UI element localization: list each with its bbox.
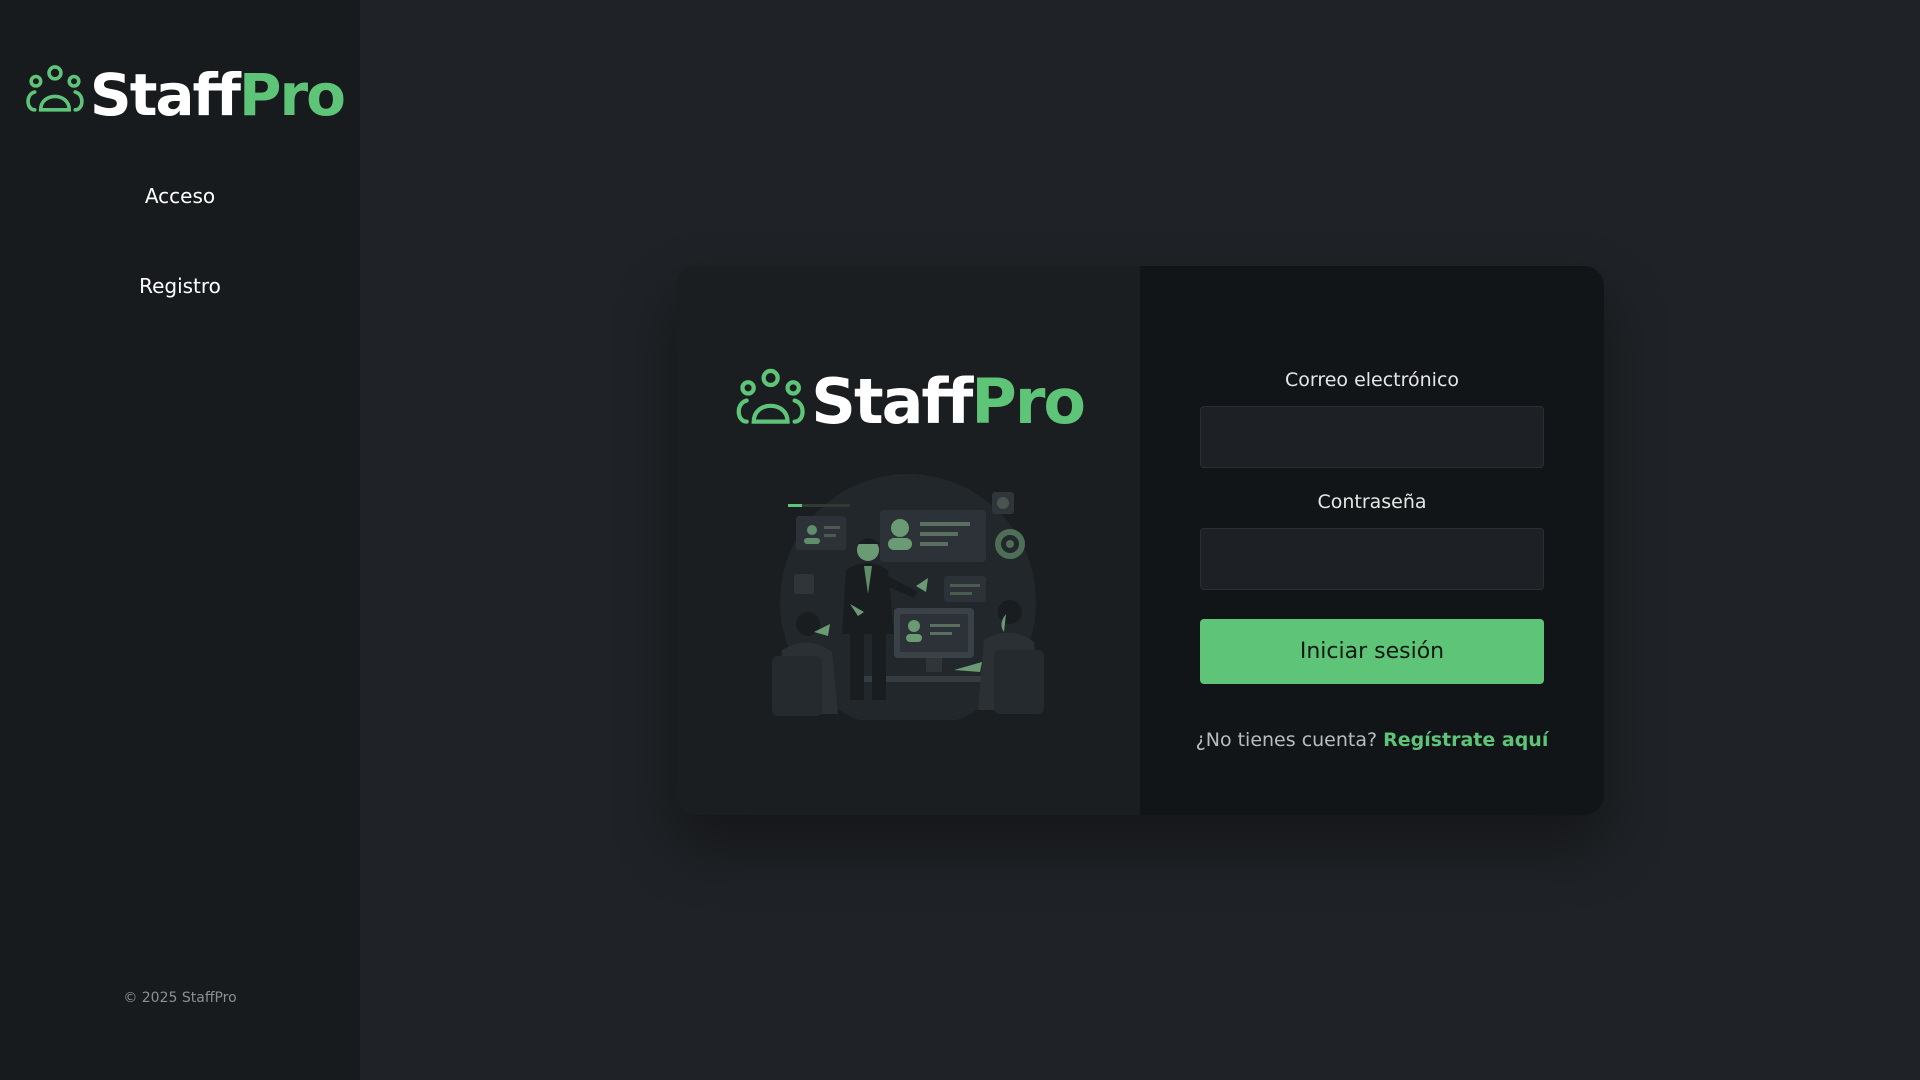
people-group-icon xyxy=(736,368,805,424)
email-field[interactable] xyxy=(1200,406,1544,468)
brand-wordmark: StaffPro xyxy=(90,66,346,124)
card-brand-name-staff: Staff xyxy=(811,365,973,438)
nav-item-registro[interactable]: Registro xyxy=(0,274,360,298)
copyright-text: © 2025 StaffPro xyxy=(123,990,237,1006)
password-field[interactable] xyxy=(1200,528,1544,590)
people-group-icon xyxy=(26,65,84,112)
card-brand-name-pro: Pro xyxy=(971,365,1086,438)
sidebar-logo[interactable]: StaffPro xyxy=(24,48,346,130)
brand-name-pro: Pro xyxy=(239,61,346,129)
register-prompt: ¿No tienes cuenta? Regístrate aquí xyxy=(1180,729,1564,751)
card-brand-wordmark: StaffPro xyxy=(811,371,1086,433)
brand-name-staff: Staff xyxy=(89,61,241,129)
nav-item-acceso[interactable]: Acceso xyxy=(0,184,360,208)
login-button[interactable]: Iniciar sesión xyxy=(1200,619,1544,684)
card-brand-panel: StaffPro xyxy=(676,266,1140,815)
team-meeting-illustration xyxy=(758,474,1058,736)
card-logo: StaffPro xyxy=(734,352,1086,442)
sidebar: StaffPro Acceso Registro © 2025 StaffPro xyxy=(0,0,360,1080)
register-link[interactable]: Regístrate aquí xyxy=(1383,729,1548,751)
no-account-text: ¿No tienes cuenta? xyxy=(1195,729,1378,751)
password-label: Contraseña xyxy=(1317,491,1427,513)
login-card: StaffPro Correo electrónico Contraseña I… xyxy=(676,266,1604,815)
login-form-panel: Correo electrónico Contraseña Iniciar se… xyxy=(1140,266,1604,815)
email-label: Correo electrónico xyxy=(1284,369,1460,391)
